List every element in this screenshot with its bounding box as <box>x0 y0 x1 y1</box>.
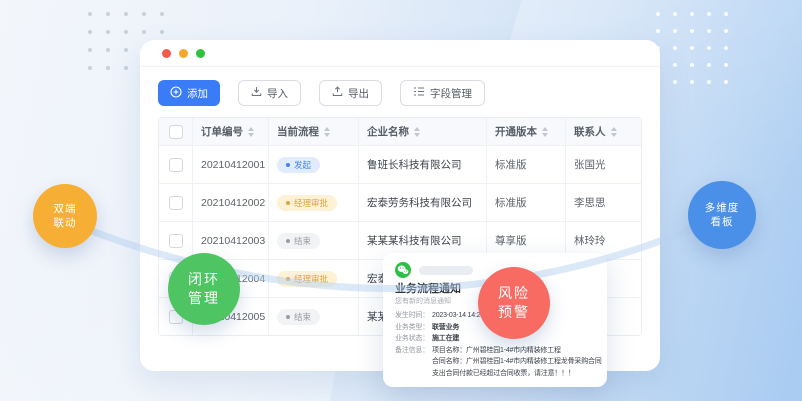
flow-cell: 发起 <box>269 146 359 183</box>
badge-closed-loop: 闭环 管理 <box>168 253 240 325</box>
field-value: 2023-03-14 14:20 <box>432 310 484 322</box>
column-header-label: 当前流程 <box>277 124 319 139</box>
flow-status-label: 结束 <box>294 235 311 247</box>
status-dot-icon <box>286 163 290 167</box>
select-all-cell <box>159 118 193 145</box>
caret-up-down-icon[interactable] <box>542 124 548 140</box>
field-label: 发生时间： <box>395 310 432 322</box>
remark-lines: 项目名称：广州碧桂园1-4#市内精装修工程合同名称：广州碧桂园1-4#市内精装修… <box>432 345 602 380</box>
flow-status-badge: 结束 <box>277 233 320 249</box>
notification-remark: 备注信息： 项目名称：广州碧桂园1-4#市内精装修工程合同名称：广州碧桂园1-4… <box>395 345 595 380</box>
status-dot-icon <box>286 239 290 243</box>
column-header-1[interactable]: 当前流程 <box>269 118 359 145</box>
column-header-2[interactable]: 企业名称 <box>359 118 487 145</box>
field-label: 业务状态： <box>395 333 432 345</box>
table-header-row: 订单编号 当前流程 企业名称 开通版本 联系人 <box>159 118 641 146</box>
add-button-label: 添加 <box>187 86 208 101</box>
caret-up-down-icon[interactable] <box>248 124 254 140</box>
column-header-4[interactable]: 联系人 <box>566 118 642 145</box>
flow-status-badge: 发起 <box>277 157 320 173</box>
wechat-bubble-icon <box>395 262 411 278</box>
contact-cell: 张国光 <box>566 146 642 183</box>
table-row: 20210412001 发起 鲁班长科技有限公司标准版张国光 <box>159 146 641 184</box>
sender-placeholder <box>419 266 473 275</box>
row-select-cell <box>159 222 193 259</box>
flow-status-badge: 经理审批 <box>277 195 337 211</box>
window-titlebar <box>140 40 660 67</box>
remark-label: 备注信息： <box>395 345 432 380</box>
company-cell: 鲁班长科技有限公司 <box>359 146 487 183</box>
remark-line: 项目名称：广州碧桂园1-4#市内精装修工程 <box>432 345 602 357</box>
badge-dual-link: 双端 联动 <box>33 184 97 248</box>
field-management-button-label: 字段管理 <box>430 86 472 101</box>
scene: 添加 导入 导出 <box>0 0 802 401</box>
select-all-checkbox[interactable] <box>169 125 183 139</box>
badge-multi-board: 多维度 看板 <box>688 181 756 249</box>
status-dot-icon <box>286 315 290 319</box>
table-row: 20210412002 经理审批 宏泰劳务科技有限公司标准版李思思 <box>159 184 641 222</box>
flow-status-badge: 经理审批 <box>277 271 337 287</box>
flow-status-badge: 结束 <box>277 309 320 325</box>
row-checkbox[interactable] <box>169 158 183 172</box>
toolbar: 添加 导入 导出 <box>158 80 642 106</box>
list-lines-icon <box>413 86 425 100</box>
version-cell: 标准版 <box>487 146 566 183</box>
circle-plus-icon <box>170 86 182 101</box>
export-button[interactable]: 导出 <box>319 80 382 106</box>
remark-line: 合同名称：广州碧桂园1-4#市内精装修工程龙骨采购合同 <box>432 356 602 368</box>
decor-dot-grid-right <box>656 12 728 84</box>
company-cell: 宏泰劳务科技有限公司 <box>359 184 487 221</box>
flow-cell: 经理审批 <box>269 260 359 297</box>
contact-cell: 李思思 <box>566 184 642 221</box>
add-button[interactable]: 添加 <box>158 80 220 106</box>
remark-line: 支出合同付款已经超过合同收票，请注意！！！ <box>432 368 602 380</box>
flow-status-label: 经理审批 <box>294 197 328 209</box>
column-header-label: 开通版本 <box>495 124 537 139</box>
row-checkbox[interactable] <box>169 196 183 210</box>
caret-up-down-icon[interactable] <box>611 124 617 140</box>
flow-status-label: 发起 <box>294 159 311 171</box>
flow-status-label: 结束 <box>294 311 311 323</box>
zoom-dot[interactable] <box>196 49 205 58</box>
import-button-label: 导入 <box>267 86 288 101</box>
flow-cell: 经理审批 <box>269 184 359 221</box>
status-dot-icon <box>286 201 290 205</box>
close-dot[interactable] <box>162 49 171 58</box>
version-cell: 标准版 <box>487 184 566 221</box>
field-management-button[interactable]: 字段管理 <box>400 80 485 106</box>
row-select-cell <box>159 146 193 183</box>
caret-up-down-icon[interactable] <box>414 124 420 140</box>
tray-arrow-up-icon <box>332 86 343 100</box>
column-header-label: 订单编号 <box>201 124 243 139</box>
column-header-0[interactable]: 订单编号 <box>193 118 269 145</box>
field-value: 施工在建 <box>432 333 459 345</box>
tray-arrow-down-icon <box>251 86 262 100</box>
caret-up-down-icon[interactable] <box>324 124 330 140</box>
flow-status-label: 经理审批 <box>294 273 328 285</box>
status-dot-icon <box>286 277 290 281</box>
field-value: 联营业务 <box>432 322 459 334</box>
column-header-label: 企业名称 <box>367 124 409 139</box>
row-checkbox[interactable] <box>169 234 183 248</box>
export-button-label: 导出 <box>348 86 369 101</box>
badge-risk-alert: 风险 预警 <box>478 267 550 339</box>
notification-field-row: 业务状态：施工在建 <box>395 333 595 345</box>
import-button[interactable]: 导入 <box>238 80 301 106</box>
flow-cell: 结束 <box>269 222 359 259</box>
order-number-cell: 20210412001 <box>193 146 269 183</box>
column-header-label: 联系人 <box>574 124 606 139</box>
row-select-cell <box>159 184 193 221</box>
order-number-cell: 20210412002 <box>193 184 269 221</box>
flow-cell: 结束 <box>269 298 359 335</box>
minimize-dot[interactable] <box>179 49 188 58</box>
column-header-3[interactable]: 开通版本 <box>487 118 566 145</box>
field-label: 业务类型： <box>395 322 432 334</box>
